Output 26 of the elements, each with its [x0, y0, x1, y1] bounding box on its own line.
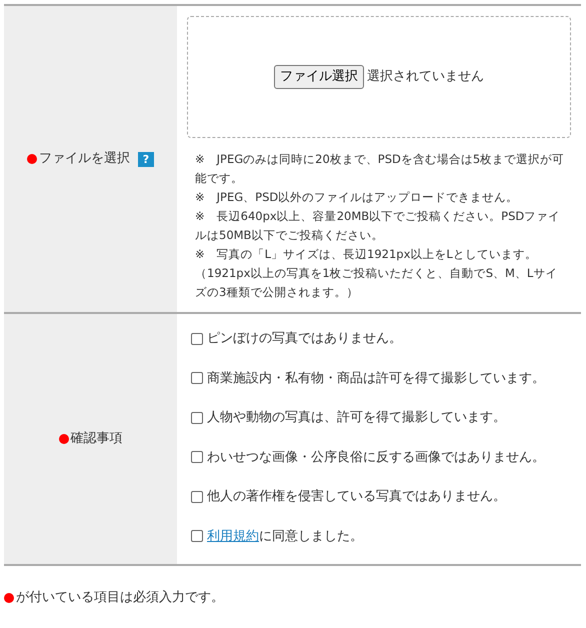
- note-text: ※ JPEG、PSD以外のファイルはアップロードできません。: [195, 189, 520, 206]
- checkbox[interactable]: [191, 412, 203, 424]
- field-label: ファイルを選択: [39, 150, 130, 168]
- checkbox[interactable]: [191, 451, 203, 464]
- file-status-text: 選択されていません: [367, 68, 484, 86]
- required-dot-icon: [4, 592, 14, 603]
- note-text: ※ 写真の「L」サイズは、長辺1921px以上をLとしています。: [195, 246, 538, 263]
- checkbox-label: 利用規約に同意しました。: [207, 528, 363, 546]
- terms-link[interactable]: 利用規約: [207, 528, 259, 544]
- checkbox[interactable]: [191, 332, 203, 345]
- checkbox-label: 人物や動物の写真は、許可を得て撮影しています。: [207, 409, 506, 427]
- checkbox-label: わいせつな画像・公序良俗に反する画像ではありません。: [207, 448, 545, 466]
- checkbox[interactable]: [191, 530, 203, 542]
- checkbox-label: 他人の著作権を侵害している写真ではありません。: [207, 488, 506, 506]
- checkbox[interactable]: [191, 490, 203, 503]
- checkbox-label: ピンぼけの写真ではありません。: [207, 330, 402, 348]
- note-text: ※ 長辺640px以上、容量20MB以下でご投稿ください。PSDファイルは50MB以下でご投稿ください。: [195, 208, 562, 244]
- note-text: ※ JPEGのみは同時に20枚まで、PSDを含む場合は5枚まで選択が可能です。: [195, 151, 566, 187]
- checkbox-label: 商業施設内・私有物・商品は許可を得て撮影しています。: [207, 370, 545, 388]
- help-icon[interactable]: ?: [138, 152, 154, 166]
- field-label: 確認事項: [70, 430, 122, 448]
- legend-text: が付いている項目は必須入力です。: [16, 589, 224, 607]
- checkbox[interactable]: [191, 372, 203, 384]
- file-select-button[interactable]: ファイル選択: [274, 65, 364, 89]
- note-text: （1921px以上の写真を1枚ご投稿いただくと、自動でS、M、Lサイズの3種類で公開されます。）: [195, 265, 558, 301]
- file-drop-zone[interactable]: ファイル選択 選択されていません: [187, 16, 571, 138]
